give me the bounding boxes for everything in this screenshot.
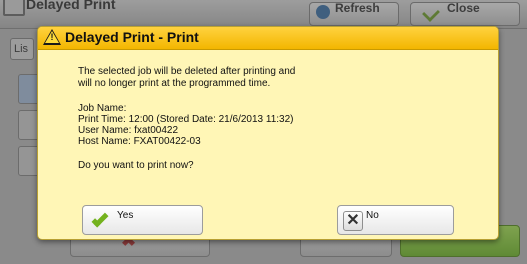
dialog-titlebar: ! Delayed Print - Print bbox=[38, 27, 498, 50]
background-header: Delayed Print Refresh Close bbox=[0, 0, 527, 29]
refresh-label: Refresh bbox=[335, 1, 380, 15]
close-label: Close bbox=[447, 1, 480, 15]
warning-icon: ! bbox=[43, 29, 61, 45]
no-button[interactable]: ✕ No bbox=[337, 205, 454, 235]
refresh-icon bbox=[316, 5, 330, 19]
printer-icon bbox=[3, 0, 25, 16]
check-icon bbox=[91, 210, 109, 228]
yes-button[interactable]: Yes bbox=[82, 205, 203, 235]
screen-title: Delayed Print bbox=[26, 0, 116, 12]
print-time: Print Time: 12:00 (Stored Date: 21/6/201… bbox=[78, 114, 294, 125]
message-line-2: will no longer print at the programmed t… bbox=[78, 78, 271, 89]
confirm-question: Do you want to print now? bbox=[78, 160, 194, 171]
check-icon bbox=[422, 4, 440, 22]
user-name: User Name: fxat00422 bbox=[78, 125, 179, 136]
list-tab: Lis bbox=[10, 38, 34, 60]
job-name: Job Name: bbox=[78, 103, 127, 114]
close-icon: ✕ bbox=[343, 211, 363, 231]
message-line-1: The selected job will be deleted after p… bbox=[78, 66, 296, 77]
dialog-title: Delayed Print - Print bbox=[65, 29, 199, 45]
confirmation-dialog: ! Delayed Print - Print The selected job… bbox=[37, 26, 499, 240]
yes-label: Yes bbox=[117, 210, 134, 221]
no-label: No bbox=[366, 210, 379, 221]
close-button: Close bbox=[410, 1, 520, 26]
host-name: Host Name: FXAT00422-03 bbox=[78, 136, 201, 147]
refresh-button: Refresh bbox=[309, 1, 399, 26]
